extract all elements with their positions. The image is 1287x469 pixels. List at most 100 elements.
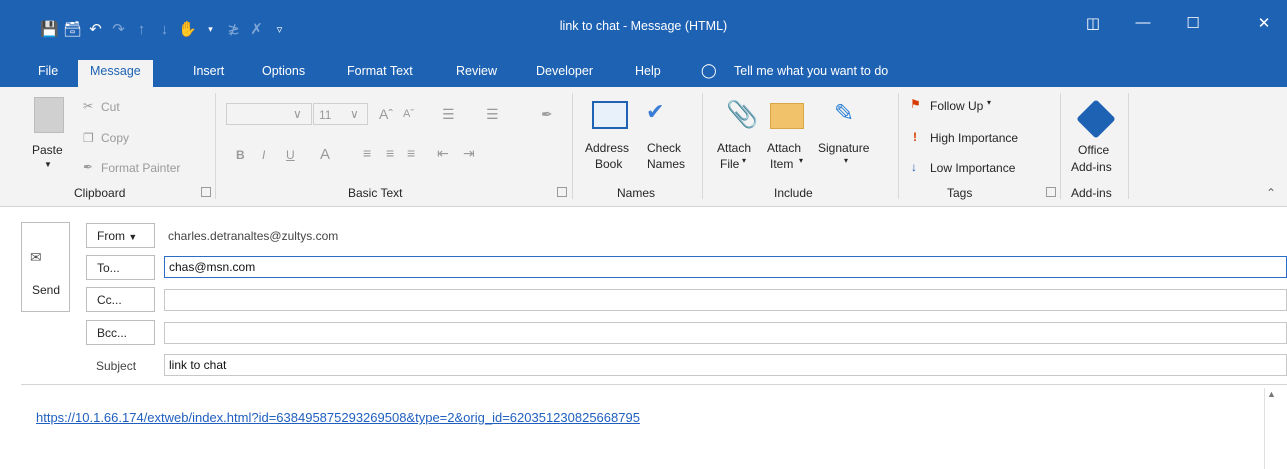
flag-icon: ⚑ xyxy=(910,97,921,111)
format-painter-icon: ✒ xyxy=(83,160,94,174)
bold-button[interactable]: B xyxy=(236,148,245,162)
follow-up-button[interactable]: Follow Up xyxy=(930,99,983,113)
names-group-label: Names xyxy=(617,186,656,200)
font-size-value: 11 xyxy=(319,108,332,122)
cc-field[interactable] xyxy=(164,289,1287,311)
tab-message[interactable]: Message xyxy=(78,60,153,87)
italic-button[interactable]: I xyxy=(262,148,265,162)
attach-item-label[interactable]: Attach xyxy=(767,141,801,155)
separator xyxy=(1060,93,1061,199)
tab-developer[interactable]: Developer xyxy=(536,64,593,78)
separator xyxy=(572,93,573,199)
office-addins-icon[interactable] xyxy=(1076,99,1116,139)
address-label[interactable]: Address xyxy=(585,141,629,155)
paste-button[interactable]: Paste xyxy=(32,143,63,157)
ribbon-display-icon[interactable]: ◫ xyxy=(1070,14,1116,32)
align-right-icon[interactable]: ≡ xyxy=(407,145,415,161)
bullets-icon[interactable]: ☰ xyxy=(442,106,455,123)
paperclip-icon[interactable]: 📎 xyxy=(726,99,758,130)
separator xyxy=(702,93,703,199)
tell-me-search[interactable]: Tell me what you want to do xyxy=(734,64,888,78)
paste-dropdown-icon[interactable]: ▼ xyxy=(44,160,52,169)
file-label[interactable]: File xyxy=(720,157,739,171)
attach-file-dropdown-icon[interactable]: ▾ xyxy=(742,156,746,165)
address-book-icon[interactable] xyxy=(592,101,628,129)
numbering-icon[interactable]: ☰ xyxy=(486,106,499,123)
tags-launcher-icon[interactable] xyxy=(1046,187,1056,197)
clear-formatting-icon[interactable]: ✒ xyxy=(541,106,553,123)
cut-icon: ✂ xyxy=(83,99,94,113)
add-ins-group-label: Add-ins xyxy=(1071,186,1112,200)
add-ins-label[interactable]: Add-ins xyxy=(1071,160,1112,174)
font-size-dropdown-icon[interactable]: ∨ xyxy=(350,107,359,121)
ribbon: Paste ▼ ✂ Cut ❐ Copy ✒ Format Painter Cl… xyxy=(0,87,1287,207)
tab-insert[interactable]: Insert xyxy=(193,64,224,78)
signature-icon[interactable]: ✎ xyxy=(834,99,854,128)
align-center-icon[interactable]: ≡ xyxy=(386,145,394,161)
envelope-icon[interactable] xyxy=(770,103,804,129)
from-dropdown-icon: ▼ xyxy=(128,232,138,242)
attach-file-label[interactable]: Attach xyxy=(717,141,751,155)
basic-text-group-label: Basic Text xyxy=(348,186,403,200)
check-label[interactable]: Check xyxy=(647,141,681,155)
separator xyxy=(215,93,216,199)
paste-icon[interactable] xyxy=(34,97,64,133)
tab-file[interactable]: File xyxy=(38,64,58,78)
high-importance-icon: ! xyxy=(913,130,917,144)
copy-button[interactable]: Copy xyxy=(101,131,129,145)
send-label: Send xyxy=(32,283,61,297)
low-importance-button[interactable]: Low Importance xyxy=(930,161,1015,175)
item-label[interactable]: Item xyxy=(770,157,793,171)
send-button[interactable]: ✉ Send xyxy=(21,222,70,312)
tab-review[interactable]: Review xyxy=(456,64,497,78)
from-button[interactable]: From ▼ xyxy=(86,223,155,248)
book-label[interactable]: Book xyxy=(595,157,622,171)
basic-text-launcher-icon[interactable] xyxy=(557,187,567,197)
subject-label: Subject xyxy=(96,359,137,373)
separator xyxy=(898,93,899,199)
shrink-font-icon[interactable]: Aˇ xyxy=(403,108,414,120)
maximize-icon[interactable]: ☐ xyxy=(1170,14,1216,32)
tab-options[interactable]: Options xyxy=(262,64,305,78)
format-painter-button[interactable]: Format Painter xyxy=(101,161,180,175)
body-scrollbar[interactable]: ▲ xyxy=(1264,388,1280,469)
office-label[interactable]: Office xyxy=(1078,143,1109,157)
separator xyxy=(1128,93,1129,199)
tab-help[interactable]: Help xyxy=(635,64,661,78)
bcc-field[interactable] xyxy=(164,322,1287,344)
cut-button[interactable]: Cut xyxy=(101,100,120,114)
high-importance-button[interactable]: High Importance xyxy=(930,131,1018,145)
align-left-icon[interactable]: ≡ xyxy=(363,145,371,161)
font-name-dropdown-icon[interactable]: ∨ xyxy=(293,107,302,121)
scroll-up-icon[interactable]: ▲ xyxy=(1267,389,1276,399)
check-names-icon[interactable]: ✔ xyxy=(646,99,684,131)
grow-font-icon[interactable]: Aˆ xyxy=(379,106,393,122)
copy-icon: ❐ xyxy=(83,131,94,145)
to-field[interactable]: chas@msn.com xyxy=(164,256,1287,278)
lightbulb-icon: ◯ xyxy=(701,62,717,78)
names-label[interactable]: Names xyxy=(647,157,685,171)
signature-label[interactable]: Signature xyxy=(818,141,869,155)
subject-field[interactable]: link to chat xyxy=(164,354,1287,376)
underline-button[interactable]: U xyxy=(286,148,295,162)
include-group-label: Include xyxy=(774,186,813,200)
to-button[interactable]: To... xyxy=(86,255,155,280)
message-body[interactable] xyxy=(21,384,1287,469)
collapse-ribbon-icon[interactable]: ⌃ xyxy=(1266,186,1276,200)
tags-group-label: Tags xyxy=(947,186,973,200)
close-icon[interactable]: ✕ xyxy=(1241,14,1287,32)
signature-dropdown-icon[interactable]: ▾ xyxy=(844,156,848,165)
follow-up-dropdown-icon[interactable]: ▾ xyxy=(987,98,991,107)
clipboard-launcher-icon[interactable] xyxy=(201,187,211,197)
increase-indent-icon[interactable]: ⇥ xyxy=(463,145,475,162)
low-importance-icon: ↓ xyxy=(911,160,917,174)
bcc-button[interactable]: Bcc... xyxy=(86,320,155,345)
attach-item-dropdown-icon[interactable]: ▾ xyxy=(799,156,803,165)
font-color-button[interactable]: A xyxy=(320,146,330,163)
cc-button[interactable]: Cc... xyxy=(86,287,155,312)
tab-format-text[interactable]: Format Text xyxy=(347,64,413,78)
chat-link[interactable]: https://10.1.66.174/extweb/index.html?id… xyxy=(36,410,640,425)
decrease-indent-icon[interactable]: ⇤ xyxy=(437,145,449,162)
minimize-icon[interactable]: — xyxy=(1120,14,1166,31)
clipboard-group-label: Clipboard xyxy=(74,186,126,200)
